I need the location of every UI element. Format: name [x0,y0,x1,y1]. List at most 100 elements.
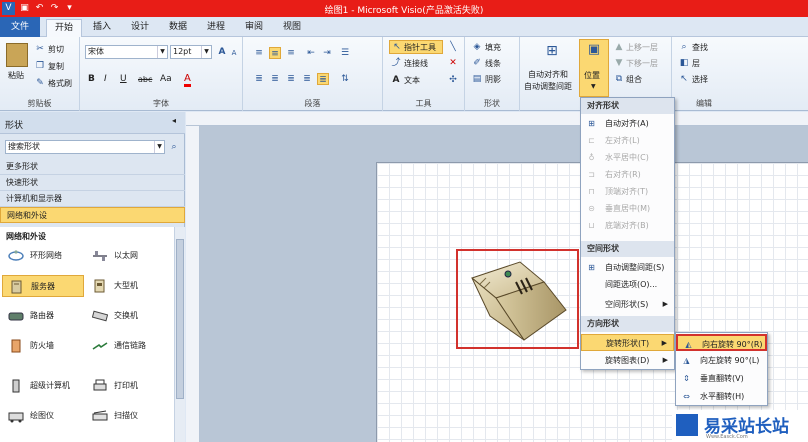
line-icon[interactable]: ✐ [471,57,483,69]
shape-switch[interactable]: 交换机 [86,305,168,327]
font-size-select[interactable]: 12pt ▼ [170,45,212,59]
menu-item-rotate-diagram[interactable]: 旋转图表(D) ▶ [581,352,674,369]
select-button[interactable]: 选择 [692,74,708,85]
menu-item-space-shapes[interactable]: 空间形状(S) ▶ [581,296,674,313]
indent-increase-icon[interactable]: ⇥ [321,47,333,59]
collapse-icon[interactable]: ◂ [172,116,176,125]
paragraph-label: 段落 [304,99,321,108]
find-button[interactable]: 查找 [692,42,708,53]
tab-file[interactable]: 文件 [0,17,40,37]
shape-mainframe[interactable]: 大型机 [86,275,168,297]
shape-comm-link[interactable]: 通信链路 [86,335,168,357]
shadow-icon[interactable]: ▤ [471,73,483,85]
align-top-icon[interactable]: ≡ [253,47,265,59]
layers-button[interactable]: 层 [692,58,700,69]
shape-firewall[interactable]: 防火墙 [2,335,84,357]
text-tool-icon[interactable]: A [390,74,402,86]
search-icon[interactable]: ⌕ [168,141,180,153]
align-center-icon[interactable]: ≣ [269,73,281,85]
stencil-title: 网络和外设 [6,232,46,241]
shape-router[interactable]: 路由器 [2,305,84,327]
category-computers[interactable]: 计算机和显示器 [0,191,185,207]
text-direction-icon[interactable]: ⇅ [339,73,351,85]
scissors-icon[interactable]: ✂ [34,43,46,55]
copy-icon[interactable]: ❐ [34,60,46,72]
shape-plotter[interactable]: 绘图仪 [2,405,84,427]
shrink-font-icon[interactable]: A [228,47,240,59]
menu-item-auto-space[interactable]: ⊞ 自动调整间距(S) [581,259,674,276]
position-icon: ▣ [587,42,601,57]
layers-icon[interactable]: ◧ [678,57,690,69]
tab-view[interactable]: 视图 [274,19,310,37]
menu-item-rotate-right[interactable]: ◭ 向右旋转 90°(R) [676,334,767,351]
align-bottom-icon[interactable]: ≡ [285,47,297,59]
indent-decrease-icon[interactable]: ⇤ [305,47,317,59]
shape-printer[interactable]: 打印机 [86,375,168,397]
connection-point-icon[interactable]: ✣ [447,74,459,86]
align-middle-icon[interactable]: ≡ [269,47,281,59]
cut-button[interactable]: 剪切 [48,44,64,55]
font-color-button[interactable]: A [184,73,191,87]
underline-button[interactable]: U [120,74,127,84]
bullets-icon[interactable]: ☰ [339,47,351,59]
menu-item-rotate-shapes[interactable]: 旋转形状(T) ▶ [581,334,674,351]
shape-server[interactable]: 服务器 [2,275,84,297]
line-button[interactable]: 线条 [485,58,501,69]
bold-button[interactable]: B [88,74,95,84]
position-button[interactable]: ▣ 位置 ▼ [579,39,609,97]
fill-button[interactable]: 填充 [485,42,501,53]
connector-icon[interactable]: ⤴ [390,57,402,69]
justify-icon[interactable]: ≣ [301,73,313,85]
menu-item-auto-align[interactable]: ⊞ 自动对齐(A) [581,115,674,132]
group-button[interactable]: 组合 [626,74,642,85]
align-left-icon[interactable]: ≣ [253,73,265,85]
strikethrough-button[interactable]: abc [138,75,152,84]
menu-item-flip-vertical[interactable]: ⇕ 垂直翻转(V) [676,370,767,387]
category-quick-shapes[interactable]: 快速形状 [0,175,185,191]
category-more-shapes[interactable]: 更多形状 [0,159,185,175]
paste-icon[interactable] [6,43,28,67]
change-case-button[interactable]: Aa [160,74,172,84]
tab-data[interactable]: 数据 [160,19,196,37]
paste-button[interactable]: 粘贴 [8,70,24,81]
stencil-scrollbar[interactable] [174,227,185,442]
select-icon[interactable]: ↖ [678,73,690,85]
format-painter-icon[interactable]: ✎ [34,77,46,89]
shape-supercomputer[interactable]: 超级计算机 [2,375,84,397]
shape-ring-network[interactable]: 环形网络 [2,245,84,267]
font-name-select[interactable]: 宋体 ▼ [85,45,168,59]
tab-process[interactable]: 进程 [198,19,234,37]
italic-button[interactable]: I [104,74,107,84]
binoculars-icon[interactable]: ⌕ [678,41,690,53]
menu-item-flip-horizontal[interactable]: ⇔ 水平翻转(H) [676,388,767,405]
distribute-icon[interactable]: ≣ [317,73,329,85]
shape-ethernet[interactable]: 以太网 [86,245,168,267]
align-right-icon[interactable]: ≣ [285,73,297,85]
connector-button[interactable]: 连接线 [404,58,428,69]
auto-align-button[interactable]: 自动对齐和 [528,69,568,80]
bring-forward-button: 上移一层 [626,43,658,52]
shadow-button[interactable]: 阴影 [485,74,501,85]
category-network[interactable]: 网络和外设 [0,207,185,223]
tab-insert[interactable]: 插入 [84,19,120,37]
tab-design[interactable]: 设计 [122,19,158,37]
menu-item-spacing-options[interactable]: 间距选项(O)... [581,276,674,293]
text-tool-button[interactable]: 文本 [404,75,420,86]
close-icon[interactable]: ✕ [447,57,459,69]
fill-icon[interactable]: ◈ [471,41,483,53]
auto-align-icon[interactable]: ⊞ [542,41,562,61]
menu-item-rotate-left[interactable]: ◮ 向左旋转 90°(L) [676,352,767,369]
rotate-submenu: ◭ 向右旋转 90°(R) ◮ 向左旋转 90°(L) ⇕ 垂直翻转(V) ⇔ 水平翻转… [675,332,768,406]
tab-review[interactable]: 审阅 [236,19,272,37]
tab-home[interactable]: 开始 [46,19,82,37]
auto-space-button[interactable]: 自动调整间距 [524,81,572,92]
grow-font-icon[interactable]: A [216,46,228,58]
copy-button[interactable]: 复制 [48,61,64,72]
shape-scanner[interactable]: 扫描仪 [86,405,168,427]
format-painter-button[interactable]: 格式刷 [48,78,72,89]
line-tool-icon[interactable]: ╲ [447,41,459,53]
search-shapes-input[interactable]: 搜索形状 ▼ [5,140,165,154]
scrollbar-thumb[interactable] [176,239,184,399]
pointer-tool-button[interactable]: ↖ 指针工具 [389,40,443,54]
group-icon[interactable]: ⧉ [613,73,625,85]
